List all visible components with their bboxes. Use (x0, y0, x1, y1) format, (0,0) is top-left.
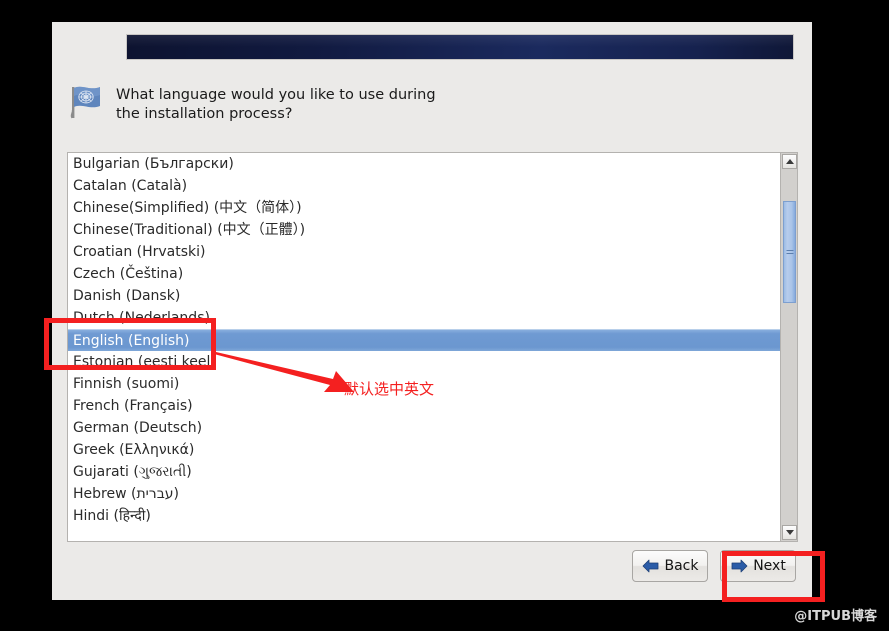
scroll-down-button[interactable] (782, 525, 797, 540)
button-bar: Back Next (632, 550, 796, 582)
next-button[interactable]: Next (720, 550, 796, 582)
arrow-left-icon (642, 559, 658, 573)
prompt-text: What language would you like to use duri… (116, 87, 436, 122)
language-list-item[interactable]: Estonian (eesti keel) (68, 351, 780, 373)
scrollbar-thumb[interactable] (783, 201, 796, 303)
language-list-item[interactable]: Hindi (हिन्दी) (68, 505, 780, 527)
flag-icon (70, 86, 100, 119)
language-list: Bulgarian (Български) Catalan (Català) Chi… (68, 153, 780, 541)
scrollbar-grip-icon (786, 248, 793, 256)
language-list-item[interactable]: German (Deutsch) (68, 417, 780, 439)
chevron-down-icon (785, 530, 794, 535)
language-list-item[interactable]: Dutch (Nederlands) (68, 307, 780, 329)
language-list-item[interactable]: Chinese(Simplified) (中文（简体）) (68, 197, 780, 219)
language-list-item[interactable]: Czech (Čeština) (68, 263, 780, 285)
watermark: @ITPUB博客 (794, 609, 877, 624)
language-list-item[interactable]: Hebrew (עברית) (68, 483, 780, 505)
language-list-item[interactable]: Greek (Ελληνικά) (68, 439, 780, 461)
prompt-row: What language would you like to use duri… (66, 80, 666, 124)
back-button-label: Back (664, 558, 699, 574)
language-list-item[interactable]: English (English) (68, 329, 780, 351)
annotation-note: 默认选中英文 (344, 380, 435, 398)
title-banner (126, 34, 794, 60)
back-button[interactable]: Back (632, 550, 708, 582)
scroll-up-button[interactable] (782, 154, 797, 169)
chevron-up-icon (785, 159, 794, 164)
installer-dialog: What language would you like to use duri… (52, 22, 812, 600)
next-button-label: Next (753, 558, 786, 574)
banner-sheen (127, 35, 793, 47)
arrow-right-icon (731, 559, 748, 573)
list-scrollbar[interactable] (780, 153, 797, 541)
language-list-item[interactable]: Gujarati (ગુજરાતી) (68, 461, 780, 483)
language-list-item[interactable]: Catalan (Català) (68, 175, 780, 197)
language-list-item[interactable]: Croatian (Hrvatski) (68, 241, 780, 263)
language-list-item[interactable]: Danish (Dansk) (68, 285, 780, 307)
language-list-item[interactable]: Bulgarian (Български) (68, 153, 780, 175)
language-listbox[interactable]: Bulgarian (Български) Catalan (Català) Chi… (67, 152, 798, 542)
language-list-item[interactable]: Chinese(Traditional) (中文（正體）) (68, 219, 780, 241)
